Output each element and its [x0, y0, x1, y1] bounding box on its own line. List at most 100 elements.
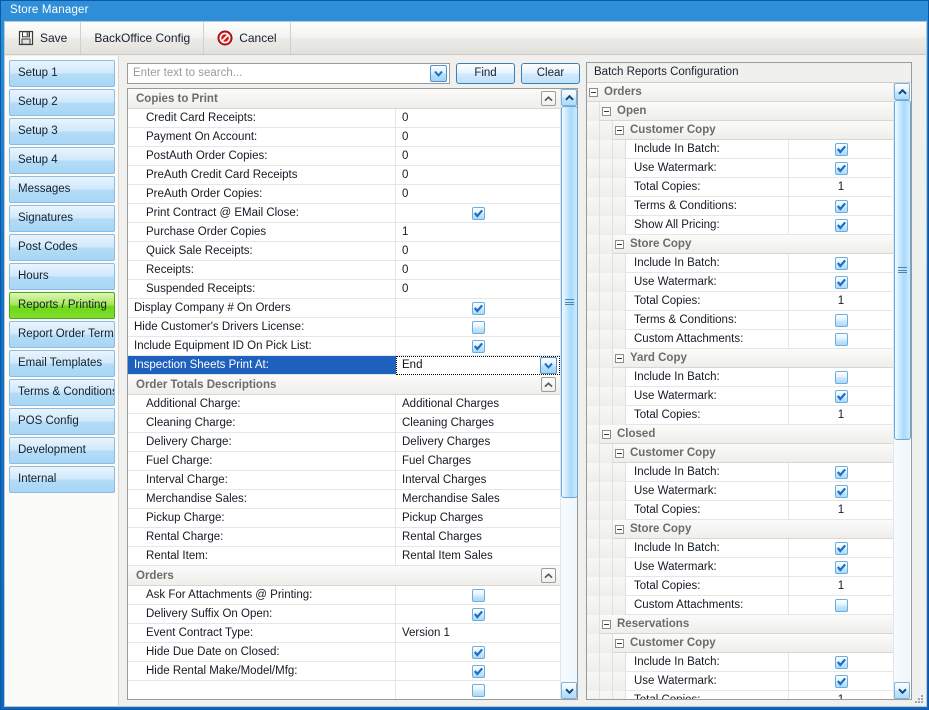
setting-checkbox-cell[interactable]	[789, 539, 893, 557]
checkbox-unchecked[interactable]	[834, 332, 848, 346]
table-row[interactable]: Hide Rental Make/Model/Mfg:	[128, 662, 560, 681]
collapse-node-icon[interactable]	[615, 448, 624, 458]
setting-value[interactable]: 0	[396, 128, 560, 146]
sidebar-item-setup-4[interactable]: Setup 4	[9, 147, 115, 174]
setting-checkbox-cell[interactable]	[789, 159, 893, 177]
collapse-node-icon[interactable]	[589, 87, 598, 97]
table-row[interactable]: Event Contract Type: Version 1	[128, 624, 560, 643]
checkbox-checked[interactable]	[471, 301, 485, 315]
table-row[interactable]: Custom Attachments:	[587, 595, 893, 615]
tree-node[interactable]: Closed	[587, 424, 893, 444]
setting-checkbox-cell[interactable]	[789, 254, 893, 272]
setting-checkbox-cell[interactable]	[789, 672, 893, 690]
table-row[interactable]: Print Contract @ EMail Close:	[128, 204, 560, 223]
sidebar-item-reports-printing[interactable]: Reports / Printing	[9, 292, 115, 319]
table-row[interactable]: Rental Item: Rental Item Sales	[128, 547, 560, 566]
setting-checkbox-cell[interactable]	[396, 681, 560, 699]
setting-checkbox-cell[interactable]	[789, 330, 893, 348]
collapse-node-icon[interactable]	[615, 353, 624, 363]
checkbox-checked[interactable]	[834, 389, 848, 403]
table-row[interactable]: Include In Batch:	[587, 538, 893, 558]
setting-checkbox-cell[interactable]	[396, 662, 560, 680]
search-input[interactable]: Enter text to search...	[128, 67, 430, 79]
setting-checkbox-cell[interactable]	[396, 204, 560, 222]
tree-node[interactable]: Open	[587, 101, 893, 121]
table-row[interactable]: Rental Charge: Rental Charges	[128, 528, 560, 547]
sidebar-item-terms-conditions[interactable]: Terms & Conditions	[9, 379, 115, 406]
tree-node[interactable]: Yard Copy	[587, 348, 893, 368]
setting-value[interactable]: 1	[789, 501, 893, 519]
table-row[interactable]: Total Copies:1	[587, 500, 893, 520]
table-row[interactable]: Purchase Order Copies 1	[128, 223, 560, 242]
table-row[interactable]: Display Company # On Orders	[128, 299, 560, 318]
table-row[interactable]: Interval Charge: Interval Charges	[128, 471, 560, 490]
table-row[interactable]: Pickup Charge: Pickup Charges	[128, 509, 560, 528]
sidebar-item-hours[interactable]: Hours	[9, 263, 115, 290]
setting-checkbox-cell[interactable]	[789, 387, 893, 405]
checkbox-checked[interactable]	[834, 541, 848, 555]
tree-node[interactable]: Customer Copy	[587, 443, 893, 463]
setting-checkbox-cell[interactable]	[396, 605, 560, 623]
setting-checkbox-cell[interactable]	[396, 318, 560, 336]
table-row[interactable]: Include In Batch:	[587, 462, 893, 482]
sidebar-item-email-templates[interactable]: Email Templates	[9, 350, 115, 377]
right-scroll-down-button[interactable]	[894, 682, 910, 699]
table-row[interactable]: Use Watermark:	[587, 671, 893, 691]
right-scroll-thumb[interactable]	[894, 100, 911, 440]
chevron-down-icon[interactable]	[540, 356, 557, 374]
checkbox-unchecked[interactable]	[834, 313, 848, 327]
table-row[interactable]: Total Copies:1	[587, 291, 893, 311]
checkbox-checked[interactable]	[834, 142, 848, 156]
setting-checkbox-cell[interactable]	[789, 311, 893, 329]
setting-value[interactable]: 0	[396, 166, 560, 184]
setting-value[interactable]: Merchandise Sales	[396, 490, 560, 508]
sidebar-item-signatures[interactable]: Signatures	[9, 205, 115, 232]
find-button[interactable]: Find	[456, 62, 515, 84]
checkbox-checked[interactable]	[834, 655, 848, 669]
collapse-section-button[interactable]	[541, 377, 556, 392]
setting-value[interactable]: 1	[789, 406, 893, 424]
checkbox-checked[interactable]	[471, 339, 485, 353]
checkbox-unchecked[interactable]	[834, 598, 848, 612]
collapse-node-icon[interactable]	[615, 239, 624, 249]
setting-value[interactable]: 1	[789, 577, 893, 595]
table-row[interactable]	[128, 681, 560, 699]
scroll-up-button[interactable]	[561, 89, 577, 106]
setting-value[interactable]: 0	[396, 242, 560, 260]
table-row[interactable]: Credit Card Receipts: 0	[128, 109, 560, 128]
setting-dropdown-cell[interactable]: End	[396, 355, 560, 375]
table-row[interactable]: PreAuth Order Copies: 0	[128, 185, 560, 204]
table-row[interactable]: Show All Pricing:	[587, 215, 893, 235]
center-scroll-track[interactable]	[561, 106, 578, 682]
setting-checkbox-cell[interactable]	[789, 273, 893, 291]
setting-value[interactable]: Additional Charges	[396, 395, 560, 413]
right-scroll-track[interactable]	[894, 100, 911, 682]
section-header-copies-to-print[interactable]: Copies to Print	[128, 89, 560, 109]
checkbox-checked[interactable]	[834, 560, 848, 574]
setting-checkbox-cell[interactable]	[789, 216, 893, 234]
table-row[interactable]: Quick Sale Receipts: 0	[128, 242, 560, 261]
table-row[interactable]: Payment On Account: 0	[128, 128, 560, 147]
checkbox-checked[interactable]	[471, 607, 485, 621]
checkbox-checked[interactable]	[471, 645, 485, 659]
setting-value[interactable]: 0	[396, 185, 560, 203]
table-row[interactable]: Use Watermark:	[587, 158, 893, 178]
setting-checkbox-cell[interactable]	[396, 337, 560, 355]
setting-value[interactable]: 0	[396, 280, 560, 298]
sidebar-item-report-order-terms[interactable]: Report Order Terms	[9, 321, 115, 348]
collapse-section-button[interactable]	[541, 91, 556, 106]
checkbox-checked[interactable]	[834, 674, 848, 688]
setting-checkbox-cell[interactable]	[396, 586, 560, 604]
setting-value[interactable]: Fuel Charges	[396, 452, 560, 470]
checkbox-checked[interactable]	[834, 256, 848, 270]
setting-value[interactable]: 1	[396, 223, 560, 241]
setting-checkbox-cell[interactable]	[789, 197, 893, 215]
window-resize-grip[interactable]	[913, 693, 925, 705]
tree-node[interactable]: Customer Copy	[587, 633, 893, 653]
table-row[interactable]: Include In Batch:	[587, 652, 893, 672]
section-header-orders[interactable]: Orders	[128, 566, 560, 586]
setting-value[interactable]: 1	[789, 178, 893, 196]
table-row[interactable]: Include In Batch:	[587, 367, 893, 387]
checkbox-unchecked[interactable]	[471, 588, 485, 602]
table-row[interactable]: Receipts: 0	[128, 261, 560, 280]
